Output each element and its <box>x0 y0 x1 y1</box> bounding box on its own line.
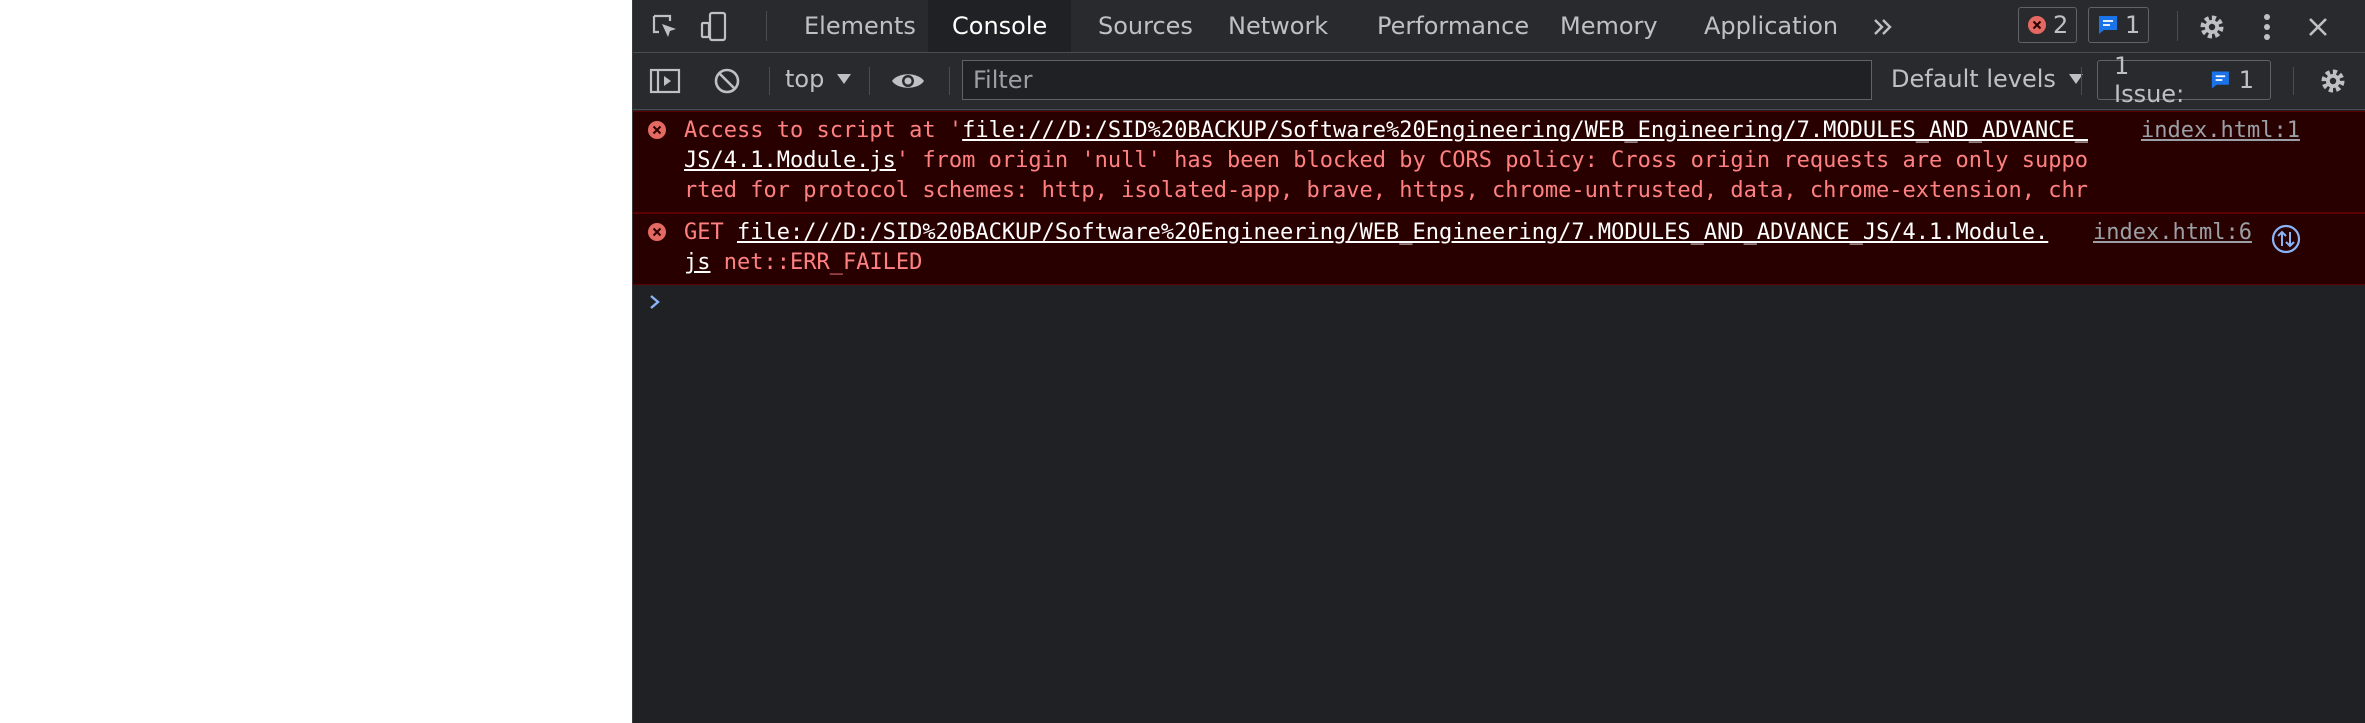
message-source-link[interactable]: index.html:6 <box>2093 218 2252 248</box>
devtools-panel: Elements Console Sources Network Perform… <box>632 0 2365 723</box>
console-error-message: GET file:///D:/SID%20BACKUP/Software%20E… <box>633 213 2365 285</box>
tab-application[interactable]: Application <box>1680 0 1862 52</box>
toolbar-divider <box>869 67 870 95</box>
issues-count: 1 <box>2238 66 2254 94</box>
tab-network[interactable]: Network <box>1204 0 1352 52</box>
settings-icon[interactable] <box>2313 61 2353 101</box>
sidebar-toggle-icon[interactable] <box>645 61 685 101</box>
tab-console[interactable]: Console <box>928 0 1072 52</box>
error-count: 2 <box>2053 11 2069 39</box>
tab-elements[interactable]: Elements <box>780 0 940 52</box>
message-source-link[interactable]: index.html:1 <box>2141 116 2300 146</box>
log-levels-label: Default levels <box>1891 65 2056 93</box>
error-icon <box>648 121 666 139</box>
toolbar-divider <box>949 67 950 95</box>
issues-button[interactable]: 1 Issue: 1 <box>2097 52 2271 108</box>
message-icon <box>2211 71 2229 89</box>
message-count-badge[interactable]: 1 <box>2088 7 2150 43</box>
toolbar-divider <box>2081 67 2082 95</box>
clear-console-icon[interactable] <box>707 61 747 101</box>
message-count: 1 <box>2125 11 2141 39</box>
error-icon <box>648 223 666 241</box>
console-prompt-icon[interactable] <box>645 292 665 312</box>
more-tabs-icon[interactable] <box>1863 7 1903 47</box>
filter-input[interactable] <box>962 60 1872 100</box>
toolbar-divider <box>769 67 770 95</box>
error-count-badge[interactable]: 2 <box>2018 7 2078 43</box>
message-text: GET file:///D:/SID%20BACKUP/Software%20E… <box>684 220 2049 275</box>
toolbar-divider <box>766 11 767 41</box>
kebab-menu-icon[interactable] <box>2247 7 2287 47</box>
device-toolbar-icon[interactable] <box>694 7 734 47</box>
settings-icon[interactable] <box>2192 7 2232 47</box>
issues-label: 1 Issue: <box>2114 52 2185 108</box>
log-levels-dropdown[interactable]: Default levels <box>1891 65 2084 93</box>
toolbar-divider <box>2177 11 2178 41</box>
console-toolbar: top Default levels 1 Issue: 1 <box>633 52 2365 110</box>
network-request-icon[interactable] <box>2271 224 2301 254</box>
inspected-page <box>0 0 632 723</box>
tab-performance[interactable]: Performance <box>1353 0 1553 52</box>
message-icon <box>2099 16 2117 34</box>
tab-sources[interactable]: Sources <box>1074 0 1217 52</box>
context-selector[interactable]: top <box>785 65 852 93</box>
eye-icon[interactable] <box>888 61 928 101</box>
console-error-message: Access to script at 'file:///D:/SID%20BA… <box>633 111 2365 233</box>
inspect-element-icon[interactable] <box>645 7 685 47</box>
tab-memory[interactable]: Memory <box>1536 0 1682 52</box>
context-label: top <box>785 65 825 93</box>
toolbar-divider <box>2293 67 2294 95</box>
devtools-tabbar: Elements Console Sources Network Perform… <box>633 0 2365 53</box>
close-icon[interactable] <box>2298 7 2338 47</box>
chevron-down-icon <box>837 74 852 84</box>
error-icon <box>2028 16 2046 34</box>
